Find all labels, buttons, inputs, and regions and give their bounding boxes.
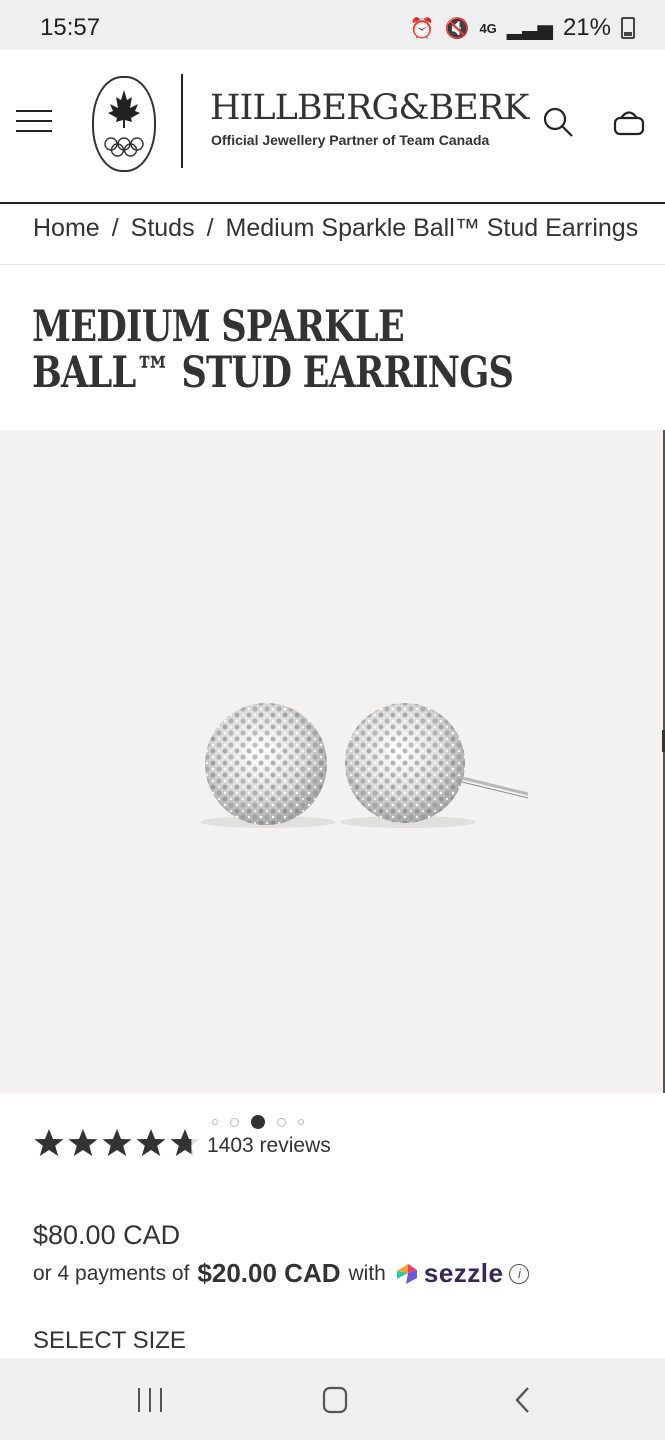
- installment-amount: $20.00 CAD: [197, 1258, 341, 1288]
- gallery-dot[interactable]: [230, 1117, 239, 1127]
- menu-icon[interactable]: [16, 110, 52, 132]
- battery-icon: [621, 17, 635, 39]
- brand-tagline: Official Jewellery Partner of Team Canad…: [211, 132, 490, 148]
- network-type: 4G: [479, 20, 497, 36]
- installments-with: with: [348, 1261, 386, 1285]
- product-image-gallery[interactable]: [0, 430, 665, 1093]
- breadcrumb: Home / Studs / Medium Sparkle Ball™ Stud Ear…: [33, 214, 638, 243]
- sezzle-logo[interactable]: sezzle: [394, 1258, 504, 1289]
- breadcrumb-current: Medium Sparkle Ball™ Stud Earrings: [225, 214, 639, 242]
- rating-stars[interactable]: [33, 1127, 201, 1159]
- status-icons: ⏰ 🔇 4G ▂▃▅ 21%: [410, 14, 635, 42]
- nav-back-icon[interactable]: [502, 1378, 542, 1418]
- breadcrumb-separator: /: [111, 214, 119, 242]
- star-icon: [34, 1129, 64, 1156]
- breadcrumb-home[interactable]: Home: [33, 214, 100, 242]
- sezzle-wordmark: sezzle: [423, 1258, 504, 1288]
- brand-logo[interactable]: HILLBERG&BERK: [210, 88, 529, 128]
- reviews-link[interactable]: 1403 reviews: [207, 1134, 331, 1158]
- breadcrumb-studs[interactable]: Studs: [131, 214, 195, 242]
- breadcrumb-divider: [0, 264, 665, 265]
- header-divider: [181, 74, 183, 168]
- gallery-dot-active[interactable]: [251, 1115, 265, 1129]
- installments-info: or 4 payments of $20.00 CAD with sezzle …: [33, 1258, 530, 1289]
- gallery-dot[interactable]: [212, 1119, 218, 1125]
- status-time: 15:57: [40, 14, 101, 41]
- signal-icon: ▂▃▅: [506, 17, 553, 40]
- status-bar: 15:57 ⏰ 🔇 4G ▂▃▅ 21%: [0, 0, 665, 50]
- sezzle-icon: [396, 1263, 417, 1284]
- team-canada-logo[interactable]: [92, 76, 156, 172]
- battery-percent: 21%: [562, 14, 611, 41]
- gallery-dot[interactable]: [298, 1119, 304, 1125]
- nav-home-icon[interactable]: [315, 1378, 355, 1418]
- site-header: HILLBERG&BERK Official Jewellery Partner…: [0, 50, 665, 204]
- mute-icon: 🔇: [444, 17, 470, 40]
- product-image: [200, 703, 529, 828]
- star-icon: [136, 1129, 166, 1156]
- maple-leaf-icon: [104, 90, 144, 157]
- product-title: MEDIUM SPARKLE BALL™ STUD EARRINGS: [32, 302, 514, 398]
- system-nav-bar: [0, 1358, 665, 1440]
- gallery-dot[interactable]: [277, 1117, 286, 1127]
- alarm-icon: ⏰: [409, 17, 435, 40]
- product-price: $80.00 CAD: [33, 1220, 181, 1250]
- select-size-label: SELECT SIZE: [33, 1327, 186, 1354]
- info-icon[interactable]: i: [509, 1263, 530, 1284]
- star-icon: [170, 1129, 200, 1156]
- gallery-pagination: [212, 1115, 304, 1129]
- star-icon: [102, 1129, 132, 1156]
- search-icon[interactable]: [542, 106, 574, 138]
- nav-recents-icon[interactable]: [130, 1378, 170, 1418]
- star-icon: [68, 1129, 98, 1156]
- installments-prefix: or 4 payments of: [33, 1261, 190, 1285]
- breadcrumb-separator: /: [206, 214, 214, 242]
- cart-icon[interactable]: [612, 106, 646, 138]
